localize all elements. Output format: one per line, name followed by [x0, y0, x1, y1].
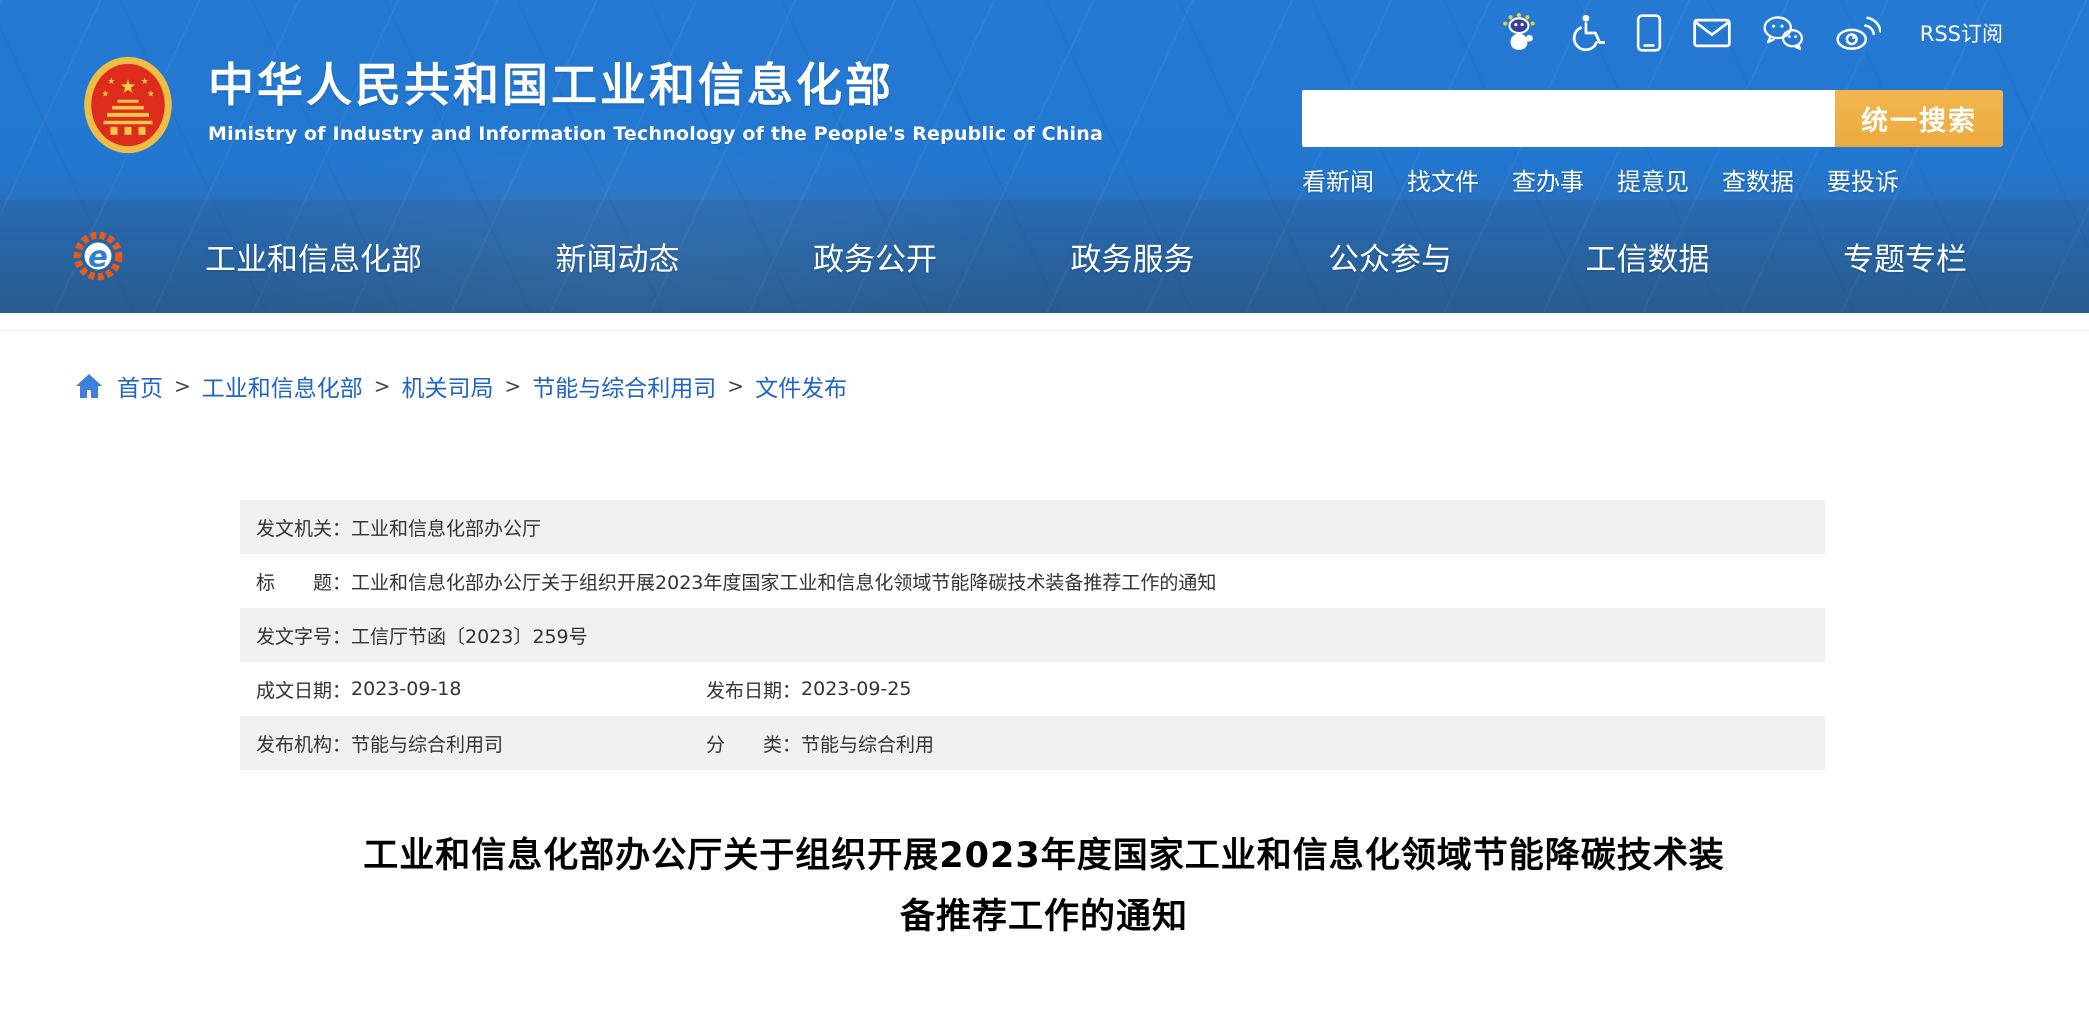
svg-text:★: ★: [107, 77, 115, 87]
meta-label: 发布机构：: [256, 730, 351, 757]
svg-text:★: ★: [147, 89, 155, 99]
article-title: 工业和信息化部办公厅关于组织开展2023年度国家工业和信息化领域节能降碳技术装 …: [240, 826, 1848, 948]
miit-gear-logo-icon: e: [70, 228, 126, 284]
svg-text:e: e: [88, 239, 108, 273]
site-subtitle-english: Ministry of Industry and Information Tec…: [208, 123, 1103, 145]
wechat-icon[interactable]: [1762, 13, 1804, 53]
meta-row-title: 标 题： 工业和信息化部办公厅关于组织开展2023年度国家工业和信息化领域节能降…: [240, 554, 1825, 608]
meta-label: 标 题：: [256, 568, 351, 595]
meta-label: 分 类：: [706, 730, 801, 757]
weibo-icon[interactable]: [1835, 13, 1881, 53]
nav-item-miit[interactable]: 工业和信息化部: [205, 234, 422, 279]
mascot-robot-icon[interactable]: [1500, 13, 1538, 53]
nav-item-news[interactable]: 新闻动态: [556, 234, 680, 279]
breadcrumb-separator: >: [727, 374, 744, 398]
meta-row-publisher-category: 发布机构： 节能与综合利用司 分 类： 节能与综合利用: [240, 716, 1825, 770]
main-navigation: 工业和信息化部 新闻动态 政务公开 政务服务 公众参与 工信数据 专题专栏: [205, 200, 1967, 313]
unified-search-button[interactable]: 统一搜索: [1835, 90, 2003, 147]
search-area: 统一搜索 看新闻 找文件 查办事 提意见 查数据 要投诉: [1302, 90, 2003, 197]
breadcrumb-home[interactable]: 首页: [117, 369, 163, 403]
mail-icon[interactable]: [1693, 13, 1731, 53]
meta-value: 工业和信息化部办公厅关于组织开展2023年度国家工业和信息化领域节能降碳技术装备…: [351, 568, 1216, 595]
mobile-icon[interactable]: [1636, 13, 1662, 53]
meta-value: 工业和信息化部办公厅: [351, 514, 541, 541]
svg-text:★: ★: [141, 77, 149, 87]
nav-item-gov-services[interactable]: 政务服务: [1071, 234, 1195, 279]
meta-row-issuing-agency: 发文机关： 工业和信息化部办公厅: [240, 500, 1825, 554]
svg-text:★: ★: [119, 75, 136, 98]
national-emblem-icon: ★ ★ ★ ★ ★: [74, 56, 182, 154]
svg-text:★: ★: [101, 89, 109, 99]
meta-row-document-number: 发文字号： 工信厅节函〔2023〕259号: [240, 608, 1825, 662]
home-icon[interactable]: [75, 373, 103, 399]
article-title-line2: 备推荐工作的通知: [240, 887, 1848, 948]
accessibility-icon[interactable]: [1569, 13, 1605, 53]
search-input[interactable]: [1302, 90, 1835, 147]
meta-label: 发文机关：: [256, 514, 351, 541]
meta-value: 2023-09-18: [351, 678, 461, 700]
quick-link-data[interactable]: 查数据: [1722, 162, 1794, 197]
site-header: RSS订阅 ★ ★ ★ ★ ★ 中华人民共和国工业和信息化部 Ministry …: [0, 0, 2089, 313]
quick-link-suggestions[interactable]: 提意见: [1617, 162, 1689, 197]
breadcrumb-document-release[interactable]: 文件发布: [755, 369, 847, 403]
breadcrumb-separator: >: [505, 374, 522, 398]
nav-item-public-participation[interactable]: 公众参与: [1328, 234, 1452, 279]
breadcrumb-miit[interactable]: 工业和信息化部: [202, 369, 363, 403]
quick-link-documents[interactable]: 找文件: [1407, 162, 1479, 197]
quick-link-complaints[interactable]: 要投诉: [1827, 162, 1899, 197]
subheader-strip: [0, 313, 2089, 331]
nav-item-gov-disclosure[interactable]: 政务公开: [813, 234, 937, 279]
site-title: 中华人民共和国工业和信息化部: [208, 60, 1103, 111]
meta-value: 节能与综合利用司: [351, 730, 503, 757]
meta-row-dates: 成文日期： 2023-09-18 发布日期： 2023-09-25: [240, 662, 1825, 716]
document-meta-table: 发文机关： 工业和信息化部办公厅 标 题： 工业和信息化部办公厅关于组织开展20…: [240, 500, 1825, 770]
quick-links: 看新闻 找文件 查办事 提意见 查数据 要投诉: [1302, 162, 2003, 197]
nav-item-miit-data[interactable]: 工信数据: [1586, 234, 1710, 279]
meta-value: 2023-09-25: [801, 678, 911, 700]
quick-link-services[interactable]: 查办事: [1512, 162, 1584, 197]
breadcrumb-departments[interactable]: 机关司局: [402, 369, 494, 403]
topbar-utility-icons: RSS订阅: [1500, 13, 2003, 53]
site-brand: ★ ★ ★ ★ ★ 中华人民共和国工业和信息化部 Ministry of Ind…: [74, 56, 1103, 154]
meta-value: 工信厅节函〔2023〕259号: [351, 622, 588, 649]
meta-value: 节能与综合利用: [801, 730, 934, 757]
breadcrumb-energy-dept[interactable]: 节能与综合利用司: [532, 369, 716, 403]
meta-label: 成文日期：: [256, 676, 351, 703]
meta-label: 发文字号：: [256, 622, 351, 649]
rss-subscribe-link[interactable]: RSS订阅: [1920, 18, 2003, 48]
breadcrumb-separator: >: [174, 374, 191, 398]
breadcrumb: 首页 > 工业和信息化部 > 机关司局 > 节能与综合利用司 > 文件发布: [75, 369, 847, 403]
article-title-line1: 工业和信息化部办公厅关于组织开展2023年度国家工业和信息化领域节能降碳技术装: [240, 826, 1848, 887]
meta-label: 发布日期：: [706, 676, 801, 703]
nav-item-special-topics[interactable]: 专题专栏: [1843, 234, 1967, 279]
breadcrumb-separator: >: [374, 374, 391, 398]
quick-link-news[interactable]: 看新闻: [1302, 162, 1374, 197]
